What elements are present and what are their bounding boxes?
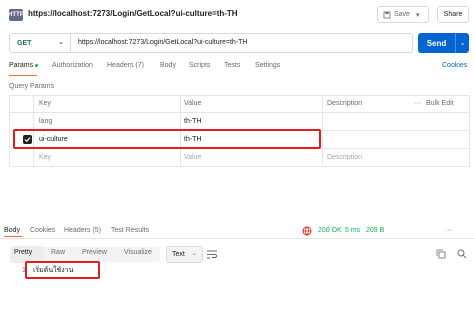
new-param-value-input[interactable]: Value [184,154,201,161]
active-tab-indicator [9,75,37,76]
chevron-down-icon: ⌄ [191,251,197,257]
tab-scripts[interactable]: Scripts [189,62,210,69]
chevron-down-icon: ⌄ [58,39,64,46]
view-pretty-button[interactable]: Pretty [14,249,32,256]
method-label: GET [17,39,32,47]
format-select[interactable]: Text ⌄ [166,246,203,263]
new-param-key-input[interactable]: Key [39,154,51,161]
tab-settings[interactable]: Settings [255,62,280,69]
cookies-link[interactable]: Cookies [442,62,467,69]
save-icon [383,11,391,18]
send-options-chevron-icon[interactable]: ⌄ [455,33,469,53]
column-header-description: Description [327,100,363,107]
bulk-edit-button[interactable]: Bulk Edit [426,100,454,107]
param-key[interactable]: lang [39,118,52,125]
view-visualize-button[interactable]: Visualize [124,249,152,256]
search-icon[interactable] [457,249,467,259]
send-button[interactable]: Send [418,33,455,53]
chevron-down-icon[interactable]: ▾ [416,11,420,19]
wrap-lines-icon[interactable] [206,249,218,260]
copy-icon[interactable] [436,249,446,259]
divider [0,238,474,239]
url-input[interactable]: https://localhost:7273/Login/GetLocal?ui… [78,39,247,46]
save-button-label: Save [394,11,410,18]
response-time: 5 ms [345,227,361,234]
response-size: 209 B [366,227,385,234]
request-title[interactable]: https://localhost:7273/Login/GetLocal?ui… [28,9,238,18]
more-options-icon[interactable]: ··· [414,100,421,107]
status-code: 200 OK [318,227,342,234]
column-header-key: Key [39,100,52,107]
new-param-description-input[interactable]: Description [327,154,362,161]
tab-params-label: Params [9,62,34,69]
response-body-text: เริ่มต้นใช้งาน [33,267,74,274]
param-value[interactable]: th-TH [184,118,202,125]
response-tab-cookies[interactable]: Cookies [30,227,55,234]
http-request-icon: HTTP [8,9,24,21]
response-tab-test-results[interactable]: Test Results [111,227,149,234]
tab-headers[interactable]: Headers (7) [107,62,144,69]
tab-body[interactable]: Body [160,62,176,69]
table-row-new: Key Value Description [9,149,470,167]
save-button[interactable]: Save ▾ [377,6,429,23]
table-header-row: Key Value Description [9,95,470,113]
format-select-label: Text [172,251,185,258]
globe-icon [302,226,312,236]
view-raw-button[interactable]: Raw [51,249,65,256]
query-params-heading: Query Params [9,83,55,90]
more-options-icon[interactable]: ··· [445,227,452,234]
method-select[interactable]: GET ⌄ [9,33,71,53]
response-tab-headers[interactable]: Headers (5) [64,227,101,234]
active-tab-indicator [4,236,22,237]
params-active-dot [35,63,39,67]
tab-tests[interactable]: Tests [224,62,240,69]
tab-authorization[interactable]: Authorization [52,62,93,69]
tab-params[interactable]: Params [9,62,39,69]
view-preview-button[interactable]: Preview [82,249,107,256]
response-tab-body[interactable]: Body [4,227,20,234]
share-button[interactable]: Share [437,6,469,23]
highlight-box [13,129,321,149]
column-header-value: Value [184,100,202,107]
